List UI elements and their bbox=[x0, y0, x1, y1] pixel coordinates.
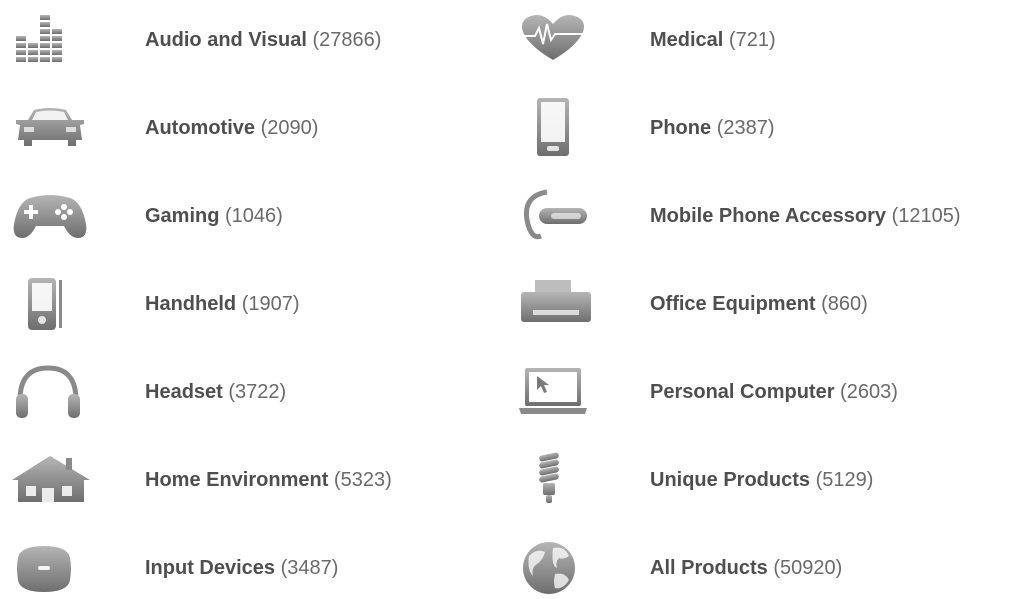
category-name: Personal Computer bbox=[650, 381, 835, 403]
category-count: (5129) bbox=[815, 469, 874, 491]
phone-icon bbox=[515, 98, 595, 158]
category-name: Gaming bbox=[145, 205, 220, 227]
category-count: (721) bbox=[728, 29, 776, 51]
car-icon bbox=[10, 98, 90, 158]
category-name: Input Devices bbox=[145, 557, 276, 579]
pda-icon bbox=[10, 274, 90, 334]
category-count: (2387) bbox=[716, 117, 775, 139]
category-count: (5323) bbox=[333, 469, 392, 491]
category-count: (3722) bbox=[228, 381, 287, 403]
category-name: Handheld bbox=[145, 293, 237, 315]
category-name: Office Equipment bbox=[650, 293, 816, 315]
lightbulb-icon bbox=[515, 450, 595, 510]
mouse-icon bbox=[10, 538, 90, 598]
category-name: Audio and Visual bbox=[145, 29, 307, 51]
category-name: Medical bbox=[650, 29, 724, 51]
globe-icon bbox=[515, 538, 595, 598]
headphones-icon bbox=[10, 362, 90, 422]
bluetooth-earpiece-icon bbox=[515, 186, 595, 246]
category-name: Automotive bbox=[145, 117, 255, 139]
category-count: (27866) bbox=[312, 29, 382, 51]
equalizer-icon bbox=[10, 10, 90, 70]
category-count: (2603) bbox=[840, 381, 898, 403]
category-count: (3487) bbox=[280, 557, 339, 579]
category-count: (1907) bbox=[241, 293, 300, 315]
gamepad-icon bbox=[10, 186, 90, 246]
category-count: (2090) bbox=[260, 117, 319, 139]
heart-pulse-icon bbox=[515, 10, 595, 70]
category-name: Headset bbox=[145, 381, 223, 403]
category-count: (860) bbox=[821, 293, 868, 315]
category-count: (1046) bbox=[225, 205, 283, 227]
category-count: (50920) bbox=[773, 557, 843, 579]
category-count: (12105) bbox=[891, 205, 961, 227]
printer-icon bbox=[515, 274, 595, 334]
category-name: Home Environment bbox=[145, 469, 329, 491]
category-name: Phone bbox=[650, 117, 712, 139]
house-icon bbox=[10, 450, 90, 510]
laptop-icon bbox=[515, 362, 595, 422]
category-name: Mobile Phone Accessory bbox=[650, 205, 886, 227]
category-name: Unique Products bbox=[650, 469, 811, 491]
category-name: All Products bbox=[650, 557, 768, 579]
